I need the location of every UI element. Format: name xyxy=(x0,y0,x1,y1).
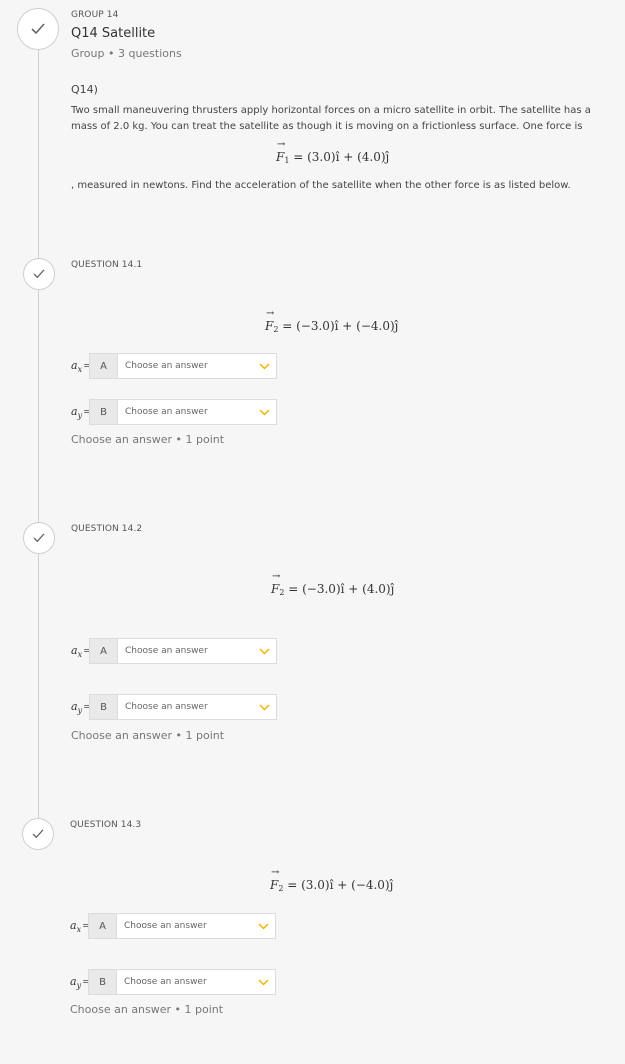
q3-label: QUESTION 14.3 xyxy=(70,820,142,830)
q3-check-icon xyxy=(22,818,54,850)
formula-f1-rhs: = (3.0)î + (4.0)ĵ xyxy=(293,150,390,164)
force-symbol: F2 xyxy=(265,308,278,334)
q3-row-ay: ay= B Choose an answer xyxy=(70,969,276,995)
answer-letter-a: A xyxy=(89,638,117,664)
q1-check-icon xyxy=(23,258,55,290)
dropdown-placeholder: Choose an answer xyxy=(125,646,208,656)
question-prompt-after: , measured in newtons. Find the accelera… xyxy=(71,180,571,191)
formula-f1: F1 = (3.0)î + (4.0)ĵ xyxy=(276,139,390,165)
dropdown-placeholder: Choose an answer xyxy=(124,977,207,987)
q2-row-ay: ay= B Choose an answer xyxy=(71,694,277,720)
answer-letter-a: A xyxy=(89,353,117,379)
q3-points: Choose an answer • 1 point xyxy=(70,1003,224,1016)
group-check-icon xyxy=(17,8,59,50)
force-symbol: F1 xyxy=(276,139,289,165)
timeline-line xyxy=(38,48,39,848)
q1-label: QUESTION 14.1 xyxy=(71,260,143,270)
answer-letter-b: B xyxy=(89,694,117,720)
q1-formula-rhs: = (−3.0)î + (−4.0)ĵ xyxy=(282,319,399,333)
var-label-ay: ay= xyxy=(70,974,91,990)
group-title: Q14 Satellite xyxy=(71,26,156,41)
q2-formula: F2 = (−3.0)î + (4.0)ĵ xyxy=(271,571,395,597)
q2-label: QUESTION 14.2 xyxy=(71,524,143,534)
var-label-ay: ay= xyxy=(71,699,92,715)
answer-dropdown-ax[interactable]: Choose an answer xyxy=(117,353,277,379)
dropdown-placeholder: Choose an answer xyxy=(125,361,208,371)
force-symbol: F2 xyxy=(270,867,283,893)
var-label-ay: ay= xyxy=(71,404,92,420)
answer-letter-b: B xyxy=(88,969,116,995)
q1-formula: F2 = (−3.0)î + (−4.0)ĵ xyxy=(265,308,399,334)
chevron-down-icon xyxy=(259,362,270,370)
dropdown-placeholder: Choose an answer xyxy=(125,702,208,712)
q2-row-ax: ax= A Choose an answer xyxy=(71,638,277,664)
q2-check-icon xyxy=(23,522,55,554)
answer-letter-b: B xyxy=(89,399,117,425)
q2-points: Choose an answer • 1 point xyxy=(71,729,225,742)
group-meta: Group • 3 questions xyxy=(71,47,182,60)
question-prompt: Two small maneuvering thrusters apply ho… xyxy=(71,105,591,132)
q1-points: Choose an answer • 1 point xyxy=(71,433,225,446)
question-number: Q14) xyxy=(71,83,98,96)
var-label-ax: ax= xyxy=(71,643,92,659)
dropdown-placeholder: Choose an answer xyxy=(124,921,207,931)
q3-formula-rhs: = (3.0)î + (−4.0)ĵ xyxy=(287,878,394,892)
answer-dropdown-ax[interactable]: Choose an answer xyxy=(117,638,277,664)
answer-dropdown-ay[interactable]: Choose an answer xyxy=(117,694,277,720)
var-label-ax: ax= xyxy=(70,918,91,934)
q1-row-ay: ay= B Choose an answer xyxy=(71,399,277,425)
q2-formula-rhs: = (−3.0)î + (4.0)ĵ xyxy=(288,582,395,596)
force-symbol: F2 xyxy=(271,571,284,597)
q1-row-ax: ax= A Choose an answer xyxy=(71,353,277,379)
page: GROUP 14 Q14 Satellite Group • 3 questio… xyxy=(0,0,625,1064)
chevron-down-icon xyxy=(258,922,269,930)
chevron-down-icon xyxy=(259,647,270,655)
chevron-down-icon xyxy=(259,408,270,416)
var-label-ax: ax= xyxy=(71,358,92,374)
answer-dropdown-ay[interactable]: Choose an answer xyxy=(116,969,276,995)
chevron-down-icon xyxy=(258,978,269,986)
dropdown-placeholder: Choose an answer xyxy=(125,407,208,417)
q3-formula: F2 = (3.0)î + (−4.0)ĵ xyxy=(270,867,394,893)
answer-letter-a: A xyxy=(88,913,116,939)
group-kicker: GROUP 14 xyxy=(71,10,119,20)
answer-dropdown-ay[interactable]: Choose an answer xyxy=(117,399,277,425)
chevron-down-icon xyxy=(259,703,270,711)
answer-dropdown-ax[interactable]: Choose an answer xyxy=(116,913,276,939)
q3-row-ax: ax= A Choose an answer xyxy=(70,913,276,939)
